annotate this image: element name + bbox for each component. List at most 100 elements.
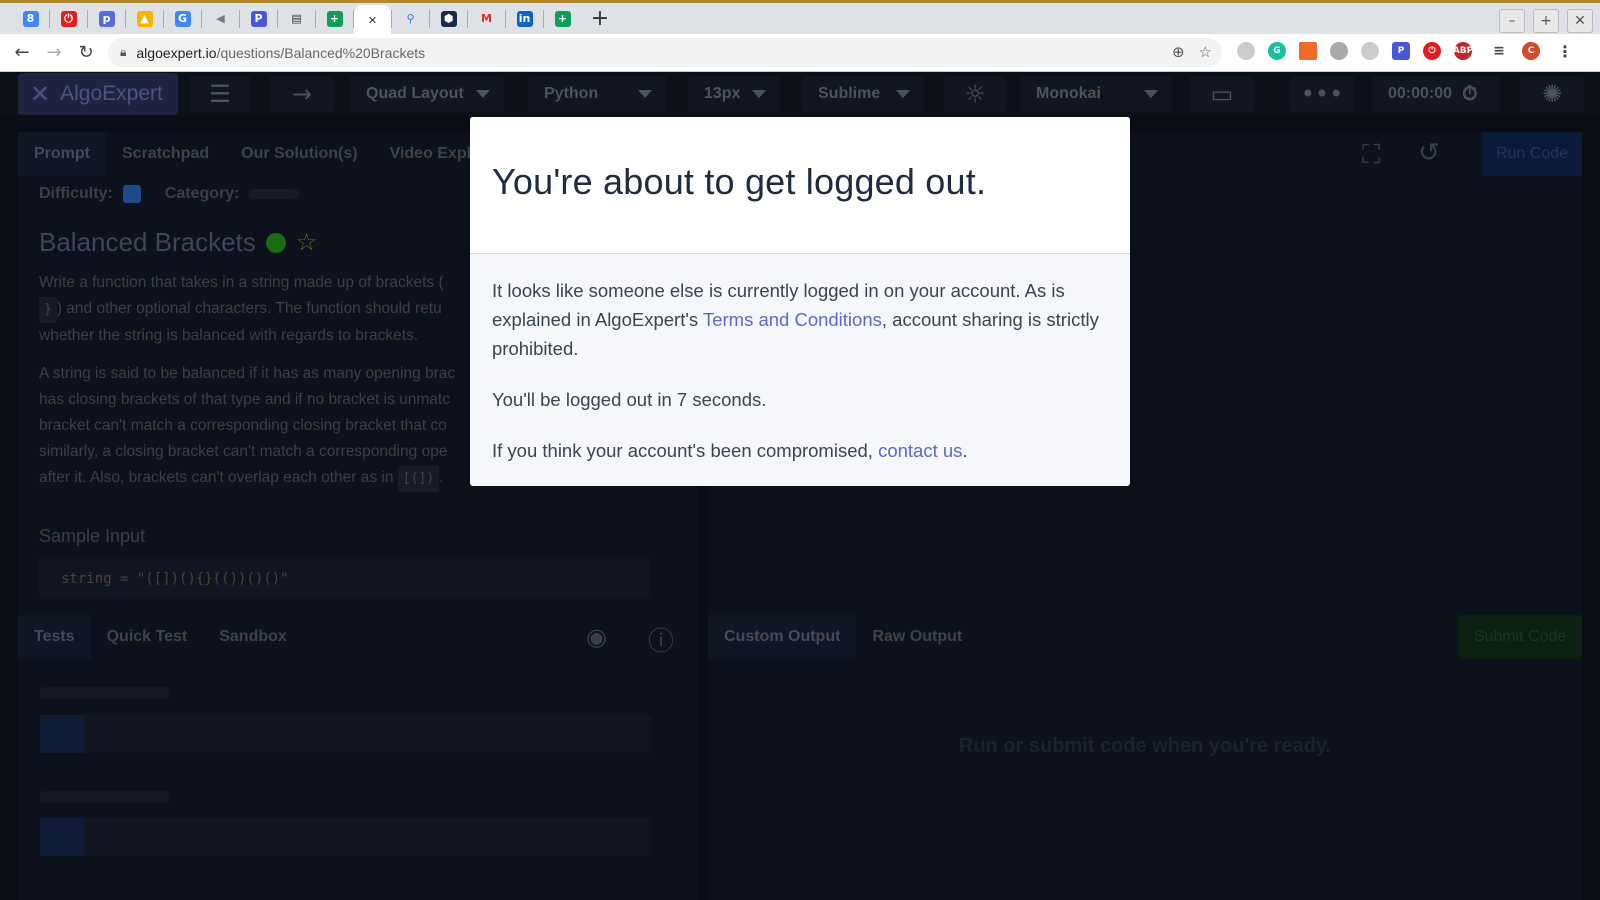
test-case-1-header[interactable] [40, 687, 170, 699]
zoom-icon[interactable]: ⊕ [1172, 43, 1185, 61]
browser-tab[interactable]: in [506, 3, 543, 34]
chat-icon[interactable] [1330, 42, 1348, 60]
menu-kebab-icon[interactable]: ⋮ [1556, 42, 1574, 61]
submit-code-button[interactable]: Submit Code [1458, 615, 1582, 659]
maximize-button[interactable]: + [1533, 9, 1559, 33]
tab-tests[interactable]: Tests [18, 615, 91, 659]
questions-list-icon[interactable]: ☰ [190, 76, 250, 112]
hide-tests-eye-icon[interactable]: ◉ [586, 623, 607, 651]
fullscreen-icon[interactable]: ⛶ [1362, 140, 1380, 171]
output-placeholder: Run or submit code when you're ready. [958, 735, 1332, 757]
minimize-button[interactable]: – [1499, 9, 1525, 33]
test-tabs: Tests Quick Test Sandbox [18, 615, 303, 659]
modal-header: You're about to get logged out. [470, 117, 1130, 254]
language-select-value: Python [544, 85, 599, 102]
browser-tab[interactable]: + [316, 3, 353, 34]
media-icon[interactable]: ≡ [1490, 42, 1508, 60]
whiteboard-icon[interactable]: ▭ [1190, 76, 1254, 112]
reset-code-icon[interactable]: ↺ [1418, 138, 1440, 168]
extension-icon-1[interactable] [1237, 42, 1255, 60]
keymap-select[interactable]: Sublime [802, 76, 924, 112]
chevron-down-icon [752, 90, 766, 98]
browser-tab[interactable]: G [164, 3, 201, 34]
tab-our-solution-s[interactable]: Our Solution(s) [225, 132, 373, 176]
stopwatch-icon: ⏱ [1462, 82, 1478, 105]
timer-value: 00:00:00 [1388, 85, 1453, 102]
browser-tab[interactable]: ⬢ [430, 3, 467, 34]
prompt-tabs: Prompt Scratchpad Our Solution(s) Video Exp… [18, 132, 487, 176]
p-extension-icon[interactable]: P [1392, 42, 1410, 60]
browser-tab[interactable]: ⏻ [50, 3, 87, 34]
theme-toggle-sun-icon[interactable]: ☼ [944, 76, 1006, 112]
bug-report-icon[interactable]: ✺ [1520, 76, 1584, 112]
adblock-icon[interactable]: ABP [1453, 42, 1473, 60]
more-options-icon[interactable]: ••• [1290, 76, 1354, 112]
next-question-icon[interactable]: → [270, 76, 334, 112]
grammarly-icon[interactable]: G [1268, 42, 1286, 60]
browser-tab[interactable]: ◀ [202, 3, 239, 34]
tab-prompt[interactable]: Prompt [18, 132, 106, 176]
opera-icon: ⏻ [60, 10, 77, 27]
modal-title: You're about to get logged out. [492, 161, 987, 202]
terms-and-conditions-link[interactable]: Terms and Conditions [703, 309, 882, 330]
close-window-button[interactable]: ✕ [1567, 9, 1593, 33]
tab-scratchpad[interactable]: Scratchpad [106, 132, 225, 176]
browser-tab[interactable]: ▤ [278, 3, 315, 34]
algoexpert-icon: ✕ [367, 13, 378, 27]
browser-tab[interactable]: ▲ [126, 3, 163, 34]
favorite-star-icon[interactable]: ☆ [296, 228, 318, 257]
browser-tab[interactable]: M [468, 3, 505, 34]
extension-icon-5[interactable] [1361, 42, 1379, 60]
prompt-line-text: after it. Also, brackets can't overlap e… [39, 469, 394, 486]
code-chip: } [39, 297, 57, 323]
font-size-select[interactable]: 13px [688, 76, 780, 112]
terminal-icon: ▤ [291, 12, 302, 25]
back-icon[interactable]: ← [6, 37, 38, 69]
contact-us-link[interactable]: contact us [878, 440, 962, 461]
test-case-2-header[interactable] [40, 791, 170, 803]
algoexpert-logo[interactable]: ✕ AlgoExpert [18, 73, 178, 115]
browser-tab[interactable]: ⚲ [392, 3, 429, 34]
forward-icon[interactable]: → [38, 37, 70, 69]
difficulty-indicator [122, 185, 141, 203]
browser-tab[interactable]: ✕ [354, 4, 391, 36]
language-select[interactable]: Python [528, 76, 666, 112]
profile-avatar[interactable]: C [1522, 42, 1540, 60]
modal-paragraph-3: If you think your account's been comprom… [492, 436, 1108, 465]
completed-status-icon [265, 232, 286, 253]
tab-sandbox[interactable]: Sandbox [203, 615, 303, 659]
tab-quick-test[interactable]: Quick Test [91, 615, 204, 659]
reload-icon[interactable]: ↻ [70, 37, 102, 69]
keymap-select-value: Sublime [818, 85, 881, 102]
extension-icon-3[interactable] [1299, 42, 1317, 60]
bookmark-star-icon[interactable]: ☆ [1199, 43, 1212, 61]
tab-raw-output[interactable]: Raw Output [856, 615, 978, 659]
code-chip: [(]) [397, 466, 440, 492]
gmail-icon: M [481, 12, 492, 25]
category-label: Category: [164, 185, 240, 202]
browser-tab[interactable]: + [544, 3, 581, 34]
new-tab-button[interactable]: + [585, 4, 615, 34]
modal-text: . [962, 440, 968, 461]
output-panel: Custom Output Raw Output Submit Code Run … [708, 615, 1582, 900]
address-bar[interactable]: 🔒︎ algoexpert.io/questions/Balanced%20Br… [108, 38, 1222, 67]
browser-tab[interactable]: P [240, 3, 277, 34]
p-icon: p [98, 10, 115, 27]
lock-icon: 🔒︎ [120, 45, 127, 59]
run-code-button[interactable]: Run Code [1482, 132, 1582, 176]
browser-tab[interactable]: p [88, 3, 125, 34]
timer[interactable]: 00:00:00 ⏱ [1372, 76, 1500, 112]
font-size-select-value: 13px [704, 85, 741, 102]
linkedin-icon: in [516, 10, 533, 27]
url-path: /questions/Balanced%20Brackets [216, 44, 426, 61]
browser-tab-strip: 8 ⏻ p ▲ G ◀ P ▤ + ✕ ⚲ ⬢ Min + + – + ✕ [0, 0, 1600, 36]
browser-tab[interactable]: 8 [12, 3, 49, 34]
layout-select[interactable]: Quad Layout [350, 76, 504, 112]
p-square-icon: P [250, 10, 267, 27]
info-icon[interactable]: ⓘ [648, 621, 674, 658]
opera-extension-icon[interactable]: ⏻ [1423, 42, 1441, 60]
sample-input-code: string = "([])(){}(())()()" [39, 557, 651, 597]
tab-custom-output[interactable]: Custom Output [708, 615, 857, 659]
search-tab-icon: ⚲ [406, 12, 415, 25]
theme-select[interactable]: Monokai [1020, 76, 1172, 112]
